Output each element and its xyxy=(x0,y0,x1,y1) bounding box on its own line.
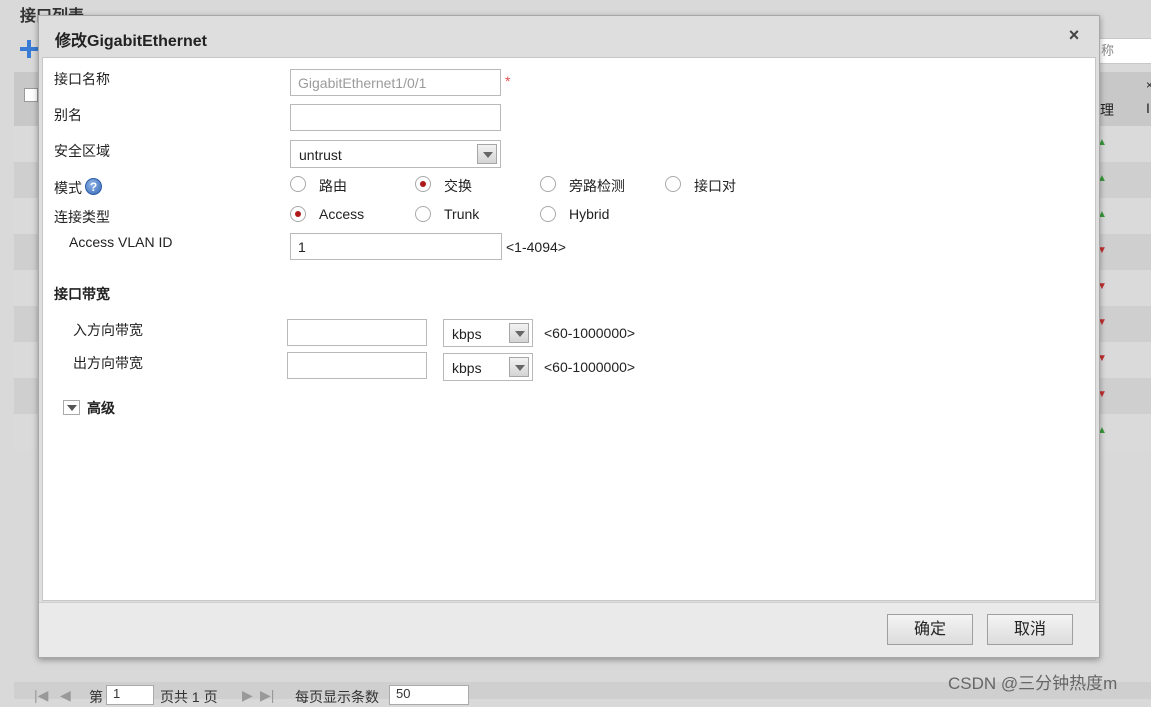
per-page-select[interactable]: 50 xyxy=(389,685,469,705)
close-icon[interactable]: × xyxy=(1063,24,1085,46)
prev-page-icon[interactable]: ◀ xyxy=(60,687,71,704)
column-header-fragment: I xyxy=(1146,100,1150,116)
select-all-checkbox[interactable] xyxy=(24,88,38,102)
watermark: CSDN @三分钟热度m xyxy=(948,674,1118,693)
access-vlan-range: <1-4094> xyxy=(506,239,566,255)
link-type-radio-trunk[interactable] xyxy=(415,206,431,222)
chevron-down-icon[interactable] xyxy=(509,323,529,343)
access-vlan-field[interactable] xyxy=(290,233,502,260)
outbound-unit-select[interactable]: kbps xyxy=(443,353,533,381)
link-type-label: 连接类型 xyxy=(54,209,110,225)
inbound-bandwidth-label: 入方向带宽 xyxy=(73,322,143,338)
mode-radio-pair[interactable] xyxy=(665,176,681,192)
advanced-section-label[interactable]: 高级 xyxy=(87,398,115,418)
outbound-bandwidth-field[interactable] xyxy=(287,352,427,379)
chevron-down-icon[interactable] xyxy=(477,144,497,164)
pager-page-input[interactable]: 1 xyxy=(106,685,154,705)
inbound-bandwidth-range: <60-1000000> xyxy=(544,325,636,341)
pager-page-label: 第 xyxy=(89,689,103,705)
outbound-bandwidth-range: <60-1000000> xyxy=(544,359,636,375)
mode-option-label: 旁路检测 xyxy=(569,178,625,194)
dialog-body: 接口名称 * 别名 安全区域 untrust 模式 ? 路由 交换 旁路检测 接… xyxy=(42,57,1096,601)
link-type-option-label: Trunk xyxy=(444,206,480,222)
alias-field[interactable] xyxy=(290,104,501,131)
mode-radio-bypass[interactable] xyxy=(540,176,556,192)
alias-label: 别名 xyxy=(54,107,82,123)
interface-name-label: 接口名称 xyxy=(54,71,110,87)
ok-button[interactable]: 确定 xyxy=(887,614,973,645)
interface-name-field xyxy=(290,69,501,96)
help-icon[interactable]: ? xyxy=(85,178,102,195)
security-zone-label: 安全区域 xyxy=(54,143,110,159)
required-mark: * xyxy=(505,73,511,89)
access-vlan-label: Access VLAN ID xyxy=(69,234,173,250)
chevron-down-icon[interactable] xyxy=(509,357,529,377)
column-header-fragment: 理 xyxy=(1100,102,1114,118)
security-zone-select[interactable]: untrust xyxy=(290,140,501,168)
bandwidth-section-label: 接口带宽 xyxy=(54,286,110,302)
inbound-bandwidth-field[interactable] xyxy=(287,319,427,346)
add-icon[interactable] xyxy=(20,40,38,58)
link-type-radio-hybrid[interactable] xyxy=(540,206,556,222)
inbound-unit-select[interactable]: kbps xyxy=(443,319,533,347)
outbound-bandwidth-label: 出方向带宽 xyxy=(73,355,143,371)
pager-total-label: 页共 1 页 xyxy=(160,689,218,705)
mode-radio-switch[interactable] xyxy=(415,176,431,192)
mode-label: 模式 xyxy=(54,180,82,196)
dialog-title: 修改GigabitEthernet xyxy=(55,33,208,50)
inbound-unit-value: kbps xyxy=(452,326,482,342)
dialog-footer: 确定 取消 xyxy=(39,602,1099,657)
pager-per-page-label: 每页显示条数 xyxy=(295,689,379,705)
link-type-option-label: Hybrid xyxy=(569,206,610,222)
mode-option-label: 交换 xyxy=(444,178,472,194)
next-page-icon[interactable]: ▶ xyxy=(242,687,253,704)
mode-option-label: 接口对 xyxy=(694,178,736,194)
search-input[interactable]: 称 xyxy=(1098,38,1151,64)
cancel-button[interactable]: 取消 xyxy=(987,614,1073,645)
security-zone-value: untrust xyxy=(299,147,342,163)
link-type-radio-access[interactable] xyxy=(290,206,306,222)
first-page-icon[interactable]: |◀ xyxy=(34,687,48,704)
mode-radio-route[interactable] xyxy=(290,176,306,192)
column-close-icon[interactable]: × xyxy=(1146,78,1151,92)
edit-interface-dialog: 修改GigabitEthernet × 接口名称 * 别名 安全区域 untru… xyxy=(38,15,1100,658)
last-page-icon[interactable]: ▶| xyxy=(260,687,274,704)
outbound-unit-value: kbps xyxy=(452,360,482,376)
expand-toggle-icon[interactable] xyxy=(63,400,80,415)
mode-option-label: 路由 xyxy=(319,178,347,194)
link-type-option-label: Access xyxy=(319,206,365,222)
